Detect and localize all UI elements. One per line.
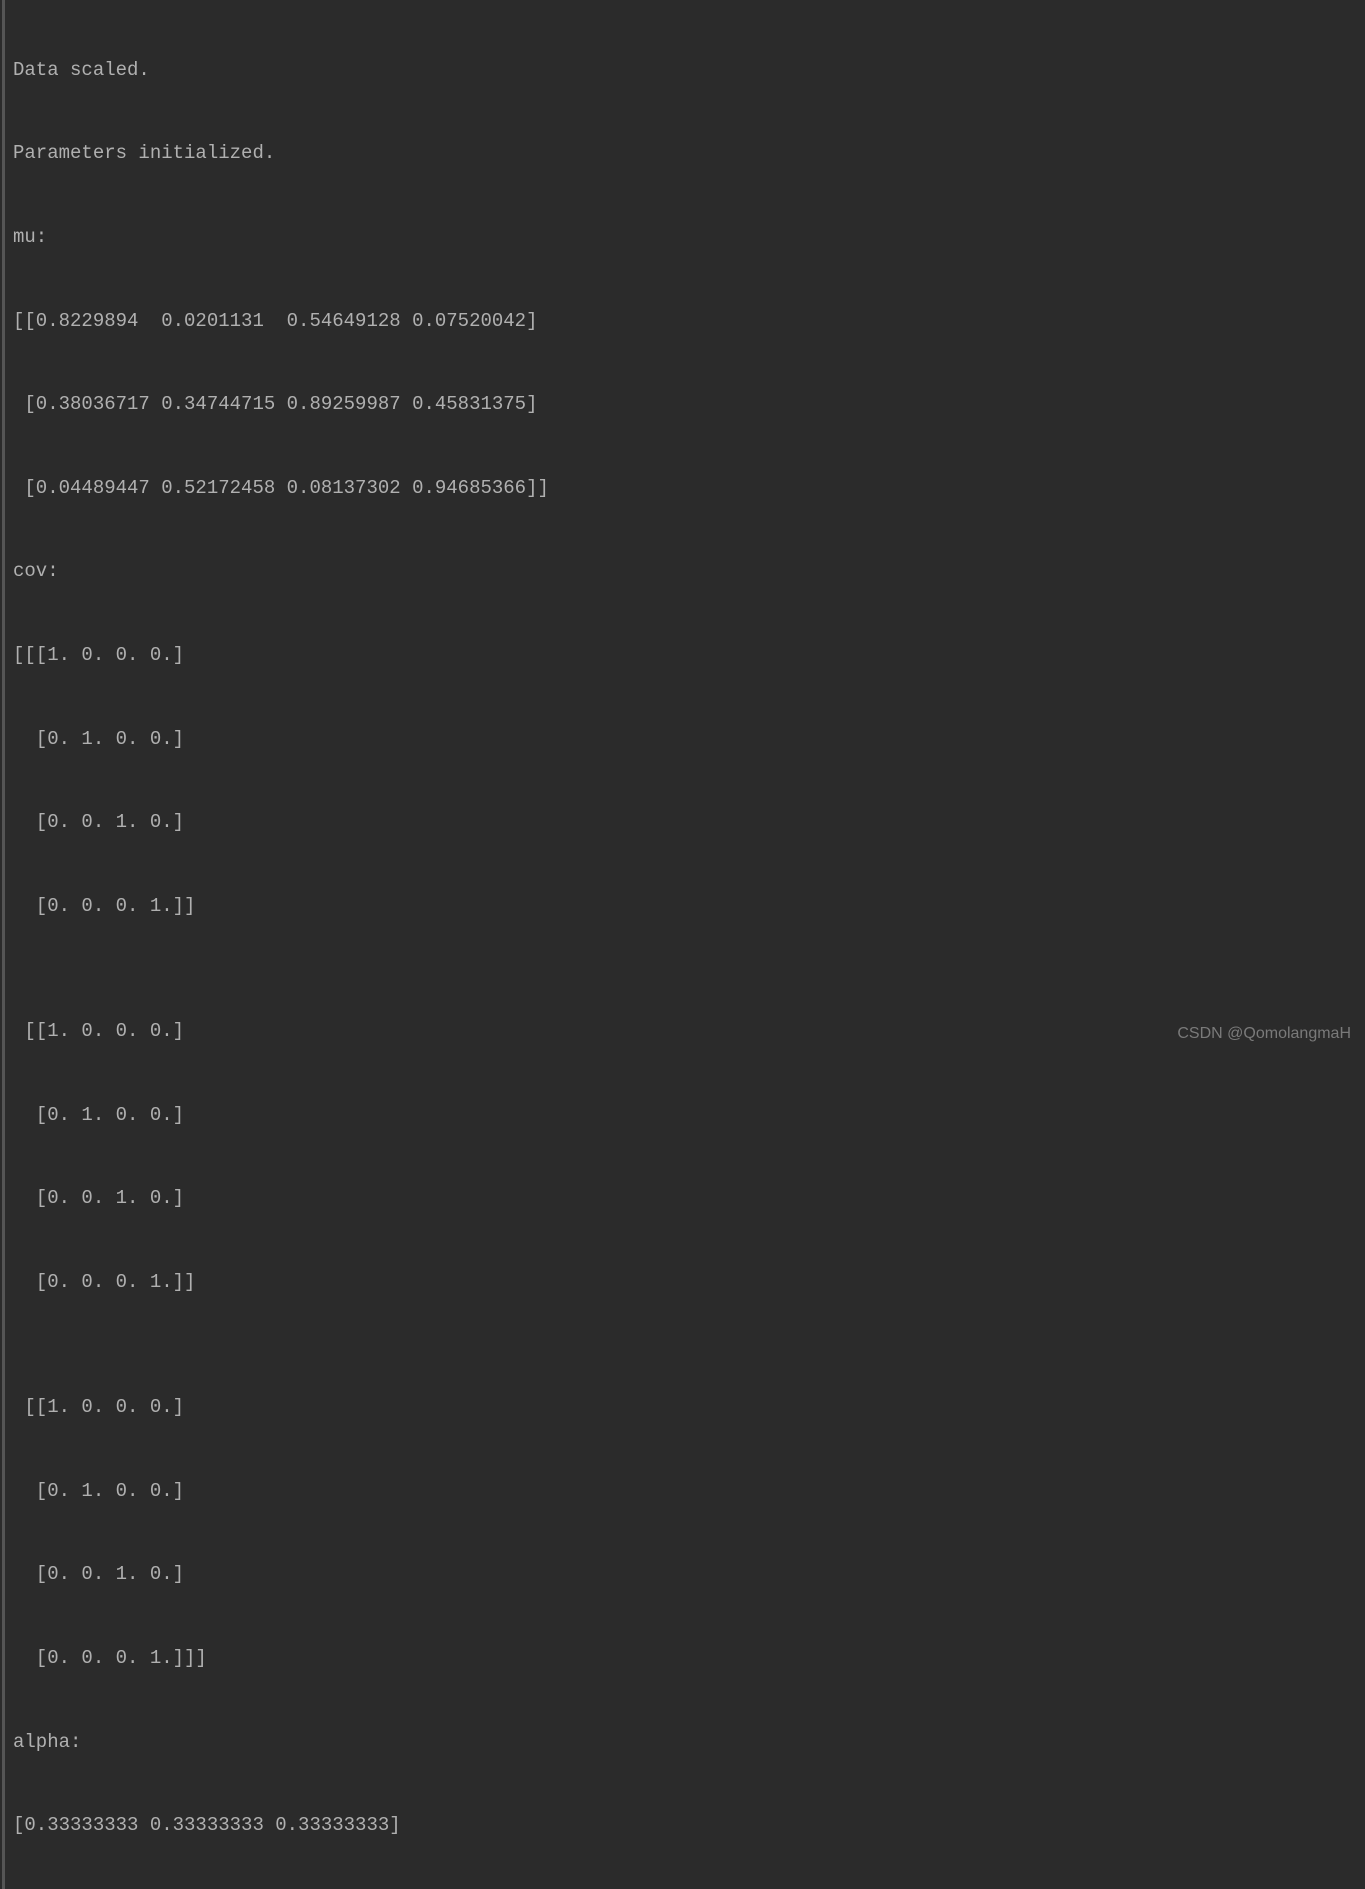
output-line: alpha: (13, 1722, 1365, 1764)
output-line: [0. 0. 0. 1.]] (13, 1262, 1365, 1304)
output-line: [0.33333333 0.33333333 0.33333333] (13, 1805, 1365, 1847)
output-line: cov: (13, 551, 1365, 593)
output-line: [[0.8229894 0.0201131 0.54649128 0.07520… (13, 301, 1365, 343)
output-line: [0. 0. 0. 1.]] (13, 886, 1365, 928)
output-line: [0. 0. 0. 1.]]] (13, 1638, 1365, 1680)
watermark-text: CSDN @QomolangmaH (1177, 1016, 1351, 1051)
output-line: [0.38036717 0.34744715 0.89259987 0.4583… (13, 384, 1365, 426)
output-line: [0. 1. 0. 0.] (13, 1095, 1365, 1137)
output-line: [0.04489447 0.52172458 0.08137302 0.9468… (13, 468, 1365, 510)
output-line: [[1. 0. 0. 0.] (13, 1011, 1365, 1053)
output-line: [0. 0. 1. 0.] (13, 1178, 1365, 1220)
output-line: Data scaled. (13, 50, 1365, 92)
output-line: mu: (13, 217, 1365, 259)
output-line: [[[1. 0. 0. 0.] (13, 635, 1365, 677)
output-line: Parameters initialized. (13, 133, 1365, 175)
output-line: [0. 1. 0. 0.] (13, 1471, 1365, 1513)
output-line: [0. 1. 0. 0.] (13, 719, 1365, 761)
output-line: [0. 0. 1. 0.] (13, 1554, 1365, 1596)
output-line: [[1. 0. 0. 0.] (13, 1387, 1365, 1429)
output-line: [0. 0. 1. 0.] (13, 802, 1365, 844)
terminal-output: Data scaled. Parameters initialized. mu:… (2, 0, 1365, 1889)
